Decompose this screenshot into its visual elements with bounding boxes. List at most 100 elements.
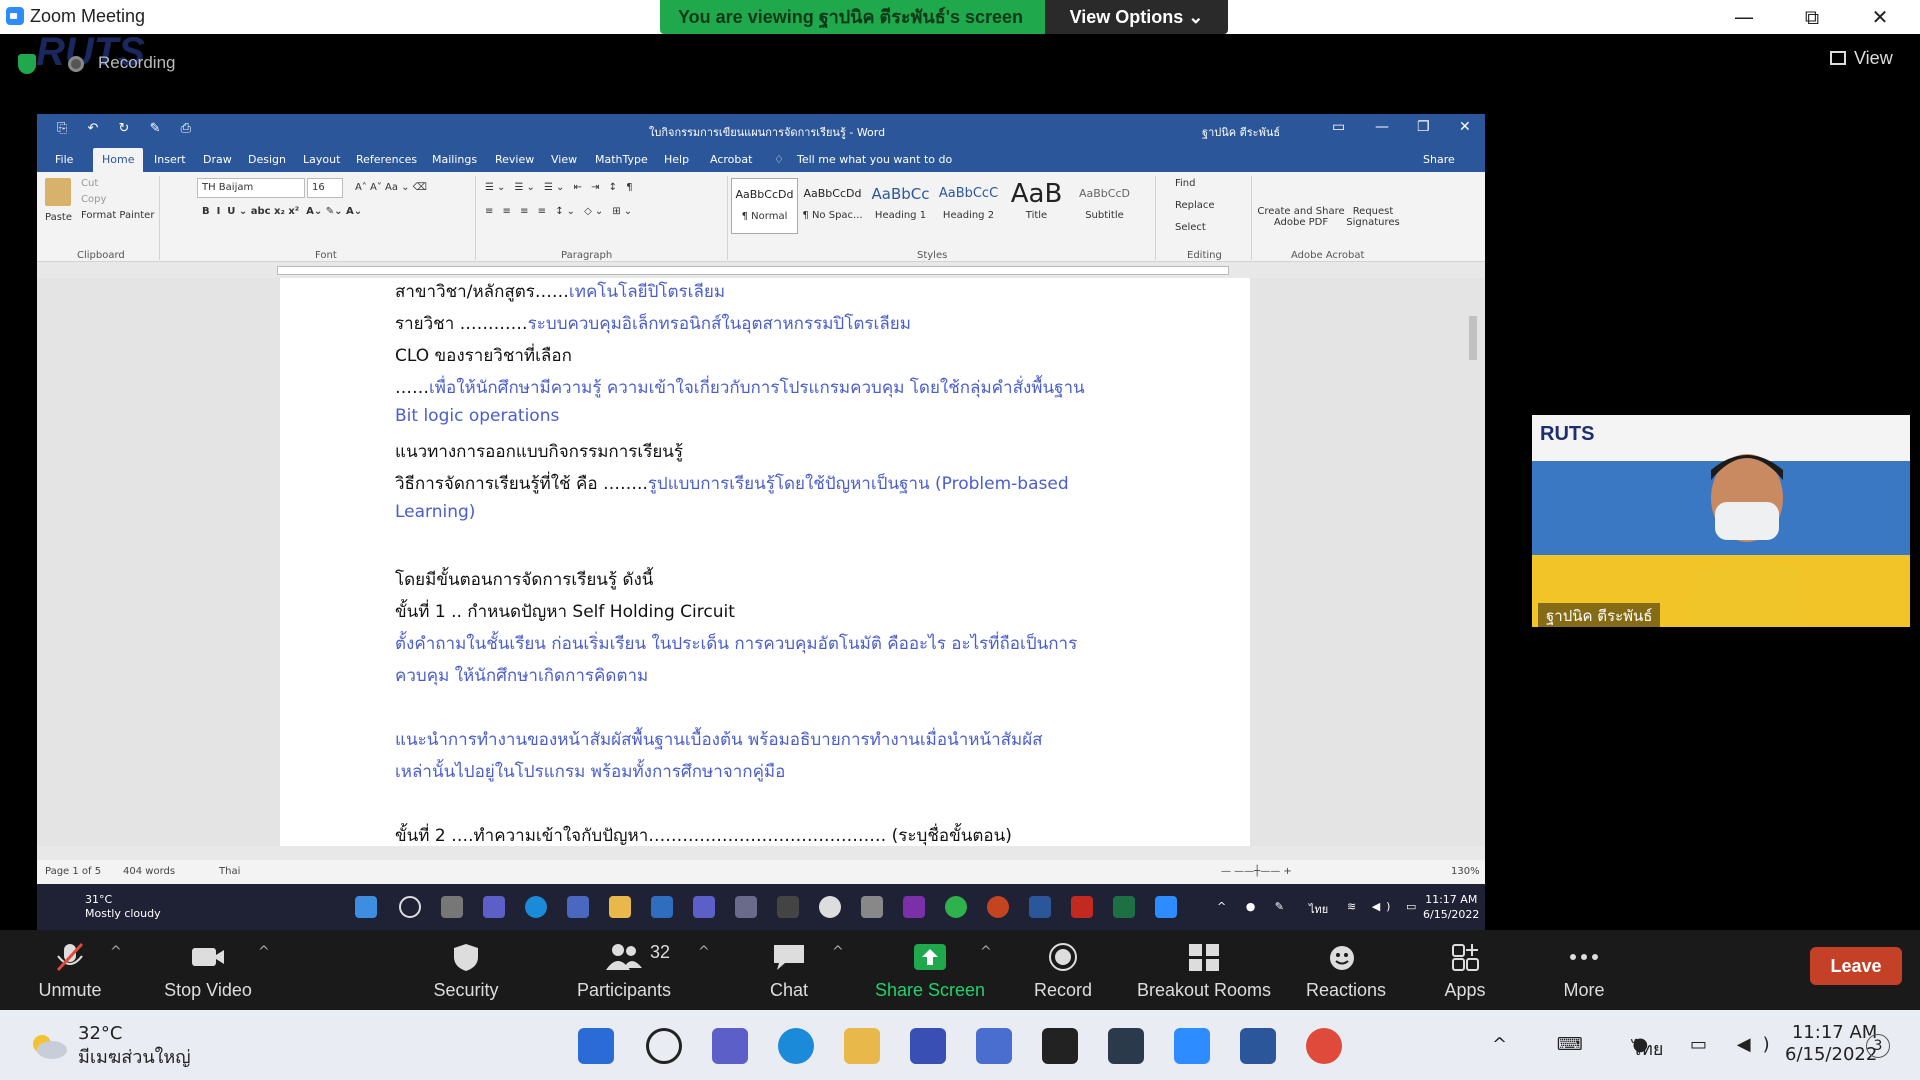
close-button[interactable]: ✕ [1850,0,1910,34]
app-icon[interactable] [567,896,589,918]
language-status[interactable]: Thai [219,866,240,877]
chat-caret[interactable]: ^ [832,944,844,960]
tab-mathtype[interactable]: MathType [595,153,648,166]
zoom-icon[interactable] [1174,1028,1210,1064]
word-minimize-button[interactable]: — [1375,119,1389,135]
tab-design[interactable]: Design [248,153,286,166]
tab-home[interactable]: Home [93,148,144,172]
participant-video[interactable]: RUTS ฐาปนิค ตีระพันธ์ [1532,415,1910,627]
mail-icon[interactable] [976,1028,1012,1064]
tab-layout[interactable]: Layout [303,153,340,166]
word-count[interactable]: 404 words [123,866,175,877]
font-size-buttons[interactable]: A˄ A˅ Aa ⌄ ⌫ [355,182,427,193]
tab-view[interactable]: View [551,153,577,166]
weather-widget[interactable]: 32°C มีเมฆส่วนใหญ่ [78,1022,191,1070]
app-icon[interactable] [1108,1028,1144,1064]
tab-help[interactable]: Help [664,153,689,166]
reactions-button[interactable]: Reactions [1306,942,1386,1001]
network-sound-icons[interactable]: ≋ ◀) ▭ [1347,900,1422,913]
word-maximize-button[interactable]: ❐ [1417,119,1430,135]
breakout-rooms-button[interactable]: Breakout Rooms [1134,942,1274,1001]
view-button[interactable]: View [1830,48,1893,69]
word-icon[interactable] [1240,1028,1276,1064]
style-subtitle[interactable]: AaBbCcD Subtitle [1071,178,1138,234]
file-explorer-icon[interactable] [844,1028,880,1064]
style-heading-1[interactable]: AaBbCc Heading 1 [867,178,934,234]
tab-review[interactable]: Review [495,153,534,166]
tab-insert[interactable]: Insert [154,153,186,166]
tab-draw[interactable]: Draw [203,153,232,166]
paste-icon[interactable] [45,178,71,206]
record-button[interactable]: Record [1032,942,1094,1001]
word-close-button[interactable]: ✕ [1459,119,1471,135]
style-title[interactable]: AaB Title [1003,178,1070,234]
word-ribbon-display-icon[interactable]: ▭ [1332,119,1345,135]
word-icon[interactable] [1029,896,1051,918]
chat-icon[interactable] [483,896,505,918]
system-clock[interactable]: 11:17 AM 6/15/2022 [1785,1022,1877,1066]
request-signatures-button[interactable]: Request Signatures [1345,206,1401,228]
tell-me-search[interactable]: Tell me what you want to do [797,153,952,166]
calculator-icon[interactable] [735,896,757,918]
powerpoint-icon[interactable] [987,896,1009,918]
acrobat-icon[interactable] [1071,896,1093,918]
maximize-button[interactable]: ⧉ [1782,0,1842,34]
zoom-level[interactable]: 130% [1451,866,1480,877]
file-explorer-icon[interactable] [609,896,631,918]
chat-button[interactable]: Chat [762,942,816,1001]
style-normal[interactable]: AaBbCcDd ¶ Normal [731,178,798,234]
tia-icon[interactable] [777,896,799,918]
font-name-select[interactable]: TH Baijam [197,178,305,198]
view-options-button[interactable]: View Options ⌄ [1045,0,1228,34]
chrome-icon[interactable] [1306,1028,1342,1064]
tab-references[interactable]: References [356,153,417,166]
share-button[interactable]: Share [1423,153,1455,166]
start-icon[interactable] [355,896,377,918]
style-heading-2[interactable]: AaBbCcC Heading 2 [935,178,1002,234]
paste-button[interactable]: Paste [45,212,72,223]
language-indicator[interactable]: ไทย [1632,1034,1663,1063]
stop-video-button[interactable]: Stop Video [156,942,260,1001]
zoom-slider[interactable]: — ——┼—— + [1221,866,1292,877]
quick-access-toolbar[interactable]: ⎘ ↶ ↻ ✎ ⎙ [57,121,199,136]
tab-file[interactable]: File [55,153,73,166]
edge-icon[interactable] [778,1028,814,1064]
share-caret[interactable]: ^ [980,944,992,960]
format-painter-button[interactable]: Format Painter [81,210,154,221]
document-page[interactable]: สาขาวิชา/หลักสูตร……เทคโนโลยีปิโตรเลียม ร… [280,278,1250,846]
tab-mailings[interactable]: Mailings [432,153,477,166]
vertical-scrollbar[interactable] [1467,282,1479,842]
apps-button[interactable]: Apps [1440,942,1490,1001]
zoom-icon[interactable] [1155,896,1177,918]
list-buttons[interactable]: ☰⌄ ☰⌄ ☰⌄ ⇤ ⇥ ↕ ¶ [485,182,636,193]
tab-acrobat[interactable]: Acrobat [710,153,752,166]
select-button[interactable]: Select [1175,222,1206,233]
edge-icon[interactable] [525,896,547,918]
clock-icon[interactable] [819,896,841,918]
teams-chat-icon[interactable] [712,1028,748,1064]
search-icon[interactable] [646,1028,682,1064]
shared-language[interactable]: ไทย [1309,900,1328,918]
find-button[interactable]: Find [1175,178,1196,189]
create-pdf-button[interactable]: Create and Share Adobe PDF [1255,206,1347,228]
app-icon[interactable] [861,896,883,918]
search-icon[interactable] [399,896,421,918]
document-area[interactable]: สาขาวิชา/หลักสูตร……เทคโนโลยีปิโตรเลียม ร… [37,278,1485,846]
participants-caret[interactable]: ^ [698,944,710,960]
unmute-button[interactable]: Unmute [30,942,110,1001]
line-icon[interactable] [945,896,967,918]
windows-start-icon[interactable] [578,1028,614,1064]
onenote-icon[interactable] [903,896,925,918]
copy-button[interactable]: Copy [81,194,106,205]
more-button[interactable]: More [1560,942,1608,1001]
network-sound-icons[interactable]: ▭ ◀) [1690,1034,1782,1055]
shared-clock[interactable]: 11:17 AM 6/15/2022 [1423,892,1479,922]
word-user-name[interactable]: ฐาปนิค ตีระพันธ์ [1202,123,1280,141]
notification-badge[interactable]: 3 [1866,1034,1890,1058]
style-no-spacing[interactable]: AaBbCcDd ¶ No Spac... [799,178,866,234]
dropbox-icon[interactable] [1042,1028,1078,1064]
video-options-caret[interactable]: ^ [258,944,270,960]
page-count[interactable]: Page 1 of 5 [45,866,101,877]
task-view-icon[interactable] [441,896,463,918]
align-buttons[interactable]: ≡ ≡ ≡ ≡ ↕⌄ ◇⌄ ⊞⌄ [485,206,635,217]
